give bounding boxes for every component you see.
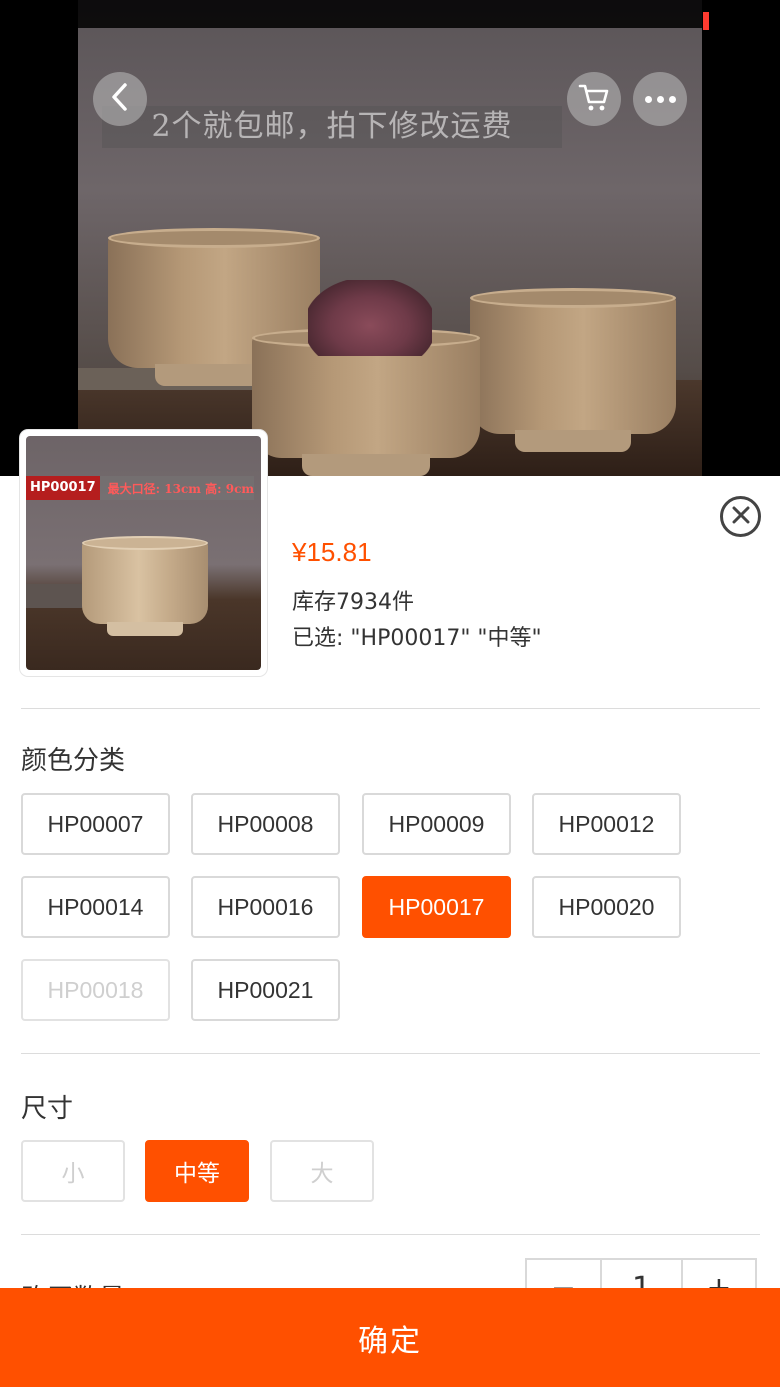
thumbnail-spec: 最大口径: 13cm 高: 9cm: [107, 481, 255, 496]
color-option[interactable]: HP00020: [532, 876, 681, 938]
color-option[interactable]: HP00014: [21, 876, 170, 938]
color-option-selected[interactable]: HP00017: [362, 876, 511, 938]
size-option-disabled[interactable]: 大: [270, 1140, 374, 1202]
product-photo-background: [78, 0, 702, 476]
stock-count: 库存7934件: [292, 590, 414, 615]
divider: [21, 1234, 760, 1235]
chevron-left-icon: [109, 82, 131, 116]
back-button[interactable]: [93, 72, 147, 126]
color-option-disabled[interactable]: HP00018: [21, 959, 170, 1021]
color-section-title: 颜色分类: [21, 746, 126, 776]
photo-flower: [308, 280, 432, 356]
more-button[interactable]: [633, 72, 687, 126]
more-dots-icon: [644, 95, 676, 103]
cart-button[interactable]: [567, 72, 621, 126]
product-price: ¥15.81: [292, 537, 372, 567]
photo-pot-center: [252, 328, 480, 476]
color-option[interactable]: HP00016: [191, 876, 340, 938]
sku-selector-screen: 2个就包邮，拍下修改运费 HP00017 最大口径: 13cm 高: 9cm ¥…: [0, 0, 780, 1387]
status-bar: [0, 0, 780, 28]
thumbnail-code: HP00017: [26, 476, 100, 500]
close-button[interactable]: [720, 496, 761, 537]
size-section-title: 尺寸: [21, 1094, 74, 1124]
thumbnail-pot: [82, 536, 208, 636]
color-option[interactable]: HP00007: [21, 793, 170, 855]
size-option-disabled[interactable]: 小: [21, 1140, 125, 1202]
photo-caption: 2个就包邮，拍下修改运费: [102, 106, 562, 148]
status-indicator: [703, 12, 709, 30]
divider: [21, 1053, 760, 1054]
thumbnail-label: HP00017 最大口径: 13cm 高: 9cm: [26, 476, 254, 500]
color-option[interactable]: HP00021: [191, 959, 340, 1021]
product-thumbnail: HP00017 最大口径: 13cm 高: 9cm: [20, 430, 267, 676]
cart-icon: [578, 82, 610, 116]
confirm-button[interactable]: 确定: [0, 1288, 780, 1387]
color-option[interactable]: HP00008: [191, 793, 340, 855]
close-icon: [731, 505, 751, 529]
color-option[interactable]: HP00012: [532, 793, 681, 855]
color-option[interactable]: HP00009: [362, 793, 511, 855]
divider: [21, 708, 760, 709]
photo-pot-right: [470, 288, 676, 452]
size-option-selected[interactable]: 中等: [145, 1140, 249, 1202]
selected-summary: 已选: "HP00017" "中等": [292, 626, 542, 651]
